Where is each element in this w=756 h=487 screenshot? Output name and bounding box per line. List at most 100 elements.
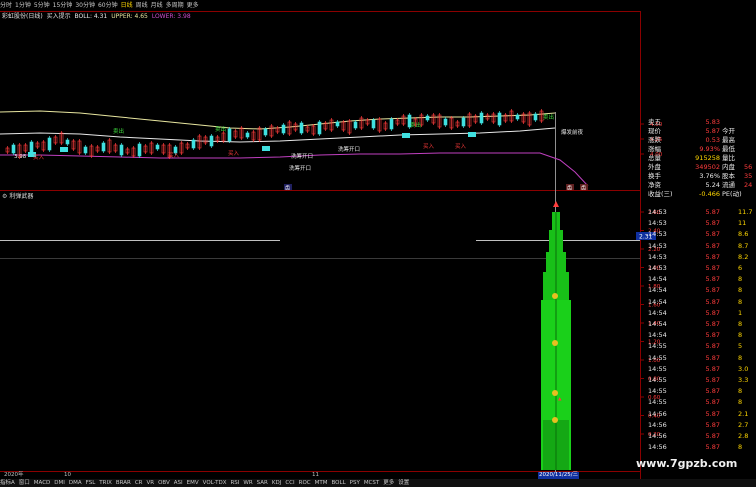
quote-label-2: 流通 (722, 181, 735, 189)
tick-time: 14:53 (648, 264, 667, 272)
candle-body (461, 117, 466, 127)
indicator-tab-12[interactable]: EMV (187, 480, 199, 486)
indicator-tab-15[interactable]: WR (243, 480, 252, 486)
candle-body (443, 118, 448, 126)
tick-row: 14:56 5.87 8 (640, 443, 756, 452)
indicator-tab-22[interactable]: PSY (350, 480, 360, 486)
sell-label-1: 卖出 (113, 127, 124, 135)
tick-row: 14:54 5.87 8 (640, 298, 756, 307)
indicator-tab-3[interactable]: DMI (54, 480, 65, 486)
coin-icon-4 (552, 417, 558, 423)
quote-value: 349502 (695, 163, 720, 171)
indicator-tabs: 指标A 窗口 MACD DMI DMA FSL TRIX BRAR CR VR OBV ASI EMV V… (0, 479, 756, 487)
quote-row: 净资 5.24 流通 24 (640, 181, 756, 190)
quote-value: -0.466 (699, 190, 720, 198)
tick-row: 14:55 5.87 8 (640, 387, 756, 396)
tick-volume: 8 (738, 387, 743, 396)
tick-time: 14:53 (648, 252, 667, 261)
indicator-tab-21[interactable]: BOLL (332, 480, 346, 486)
tick-volume: 11 (738, 219, 747, 228)
tick-time: 14:54 (648, 308, 667, 317)
ask5-value: 5.83 (705, 118, 720, 126)
tick-row: 14:53 5.87 8.6 (640, 230, 756, 239)
tick-volume: 3.0 (738, 364, 749, 373)
tick-time: 14:55 (648, 353, 667, 362)
candle-body (263, 128, 268, 136)
indicator-tab-13[interactable]: VOL-TDX (203, 480, 227, 486)
tick-volume: 8.7 (738, 241, 749, 250)
indicator-tab-8[interactable]: CR (135, 480, 143, 486)
quote-panel: 卖五 5.83 现价 5.87 今开 涨跌 0.53 最高 涨幅 9.93% 最低 总量 91525… (640, 110, 756, 470)
quote-label-2: 量比 (722, 154, 735, 162)
tick-row: 14:54 5.87 8 (640, 275, 756, 284)
tick-time: 14:54 (648, 275, 667, 284)
tick-volume: 8 (738, 398, 743, 407)
candle-body (497, 112, 502, 126)
quote-value: 9.93% (699, 145, 720, 153)
tick-row: 14:53 5.87 8.7 (640, 242, 756, 251)
tick-price: 5.87 (705, 230, 720, 239)
candle-body (227, 128, 232, 142)
candle-body (11, 144, 16, 154)
candle-body (209, 135, 214, 147)
tick-row: 14:53 5.87 11 (640, 219, 756, 228)
tick-volume: 3.3 (738, 376, 749, 384)
quote-label-2: 股本 (722, 172, 735, 180)
indicator-tab-23[interactable]: MCST (364, 480, 379, 486)
tick-row: 14:53 5.87 8.2 (640, 253, 756, 262)
indicator-tab-4[interactable]: DMA (69, 480, 82, 486)
indicator-tab-19[interactable]: ROC (299, 480, 311, 486)
tick-volume: 6 (738, 264, 743, 272)
indicator-tab-20[interactable]: MTM (315, 480, 328, 486)
indicator-tab-25[interactable]: 设置 (398, 480, 409, 486)
tick-row: 14:54 5.87 8 (640, 286, 756, 295)
indicator-tab-6[interactable]: TRIX (99, 480, 112, 486)
quote-label: 现价 (648, 127, 661, 135)
indicator-tab-7[interactable]: BRAR (116, 480, 131, 486)
tick-time: 14:53 (648, 208, 667, 216)
indicator-tab-5[interactable]: FSL (86, 480, 96, 486)
candle-body (191, 139, 196, 149)
candle-body (47, 137, 52, 151)
indicator-tab-18[interactable]: CCI (285, 480, 294, 486)
indicator-tab-16[interactable]: SAR (257, 480, 268, 486)
buy-label-2: 买入 (168, 151, 180, 159)
current-date: 2020/11/25/三 (538, 472, 580, 479)
candle-body (101, 142, 106, 152)
tick-time: 14:55 (648, 364, 667, 373)
indicator-tab-24[interactable]: 更多 (383, 480, 394, 486)
tick-time: 14:56 (648, 443, 667, 452)
tick-row: 14:55 5.87 5 (640, 342, 756, 351)
candle-body (353, 121, 358, 129)
indicator-tab-2[interactable]: MACD (34, 480, 51, 486)
candle-body (299, 122, 304, 134)
gear-marker-3: 齿 (581, 186, 586, 192)
gear-marker-1: 齿 (285, 186, 290, 192)
indicator-tab-10[interactable]: OBV (158, 480, 170, 486)
signal-block (262, 146, 270, 151)
ask5-label: 卖五 (648, 118, 661, 126)
indicator-tab-17[interactable]: KDJ (272, 480, 281, 486)
indicator-tab-11[interactable]: ASI (174, 480, 183, 486)
indicator-tab-0[interactable]: 指标A (0, 480, 15, 486)
quote-label: 涨跌 (648, 136, 661, 144)
indicator-tab-9[interactable]: VR (146, 480, 154, 486)
buy-label-5: 买入 (455, 142, 467, 150)
tick-time: 14:56 (648, 420, 667, 429)
candle-body (479, 112, 484, 124)
tick-price: 5.87 (705, 376, 720, 384)
candle-body (515, 114, 520, 120)
tick-row: 14:53 5.87 11.7 (640, 208, 756, 217)
quote-value: 5.87 (705, 127, 720, 135)
signal-block (402, 133, 410, 138)
candle-body (335, 121, 340, 127)
indicator-tab-1[interactable]: 窗口 (19, 480, 30, 486)
indicator-tab-14[interactable]: RSI (230, 480, 239, 486)
quote-label: 换手 (648, 172, 661, 180)
buy-label-3: 买入 (228, 149, 240, 157)
quote-row: 换手 3.76% 股本 35 (640, 172, 756, 181)
tick-volume: 8.6 (738, 230, 749, 239)
tick-volume: 11.7 (738, 208, 753, 216)
quote-label: 涨幅 (648, 145, 661, 153)
signal-block (468, 132, 476, 137)
